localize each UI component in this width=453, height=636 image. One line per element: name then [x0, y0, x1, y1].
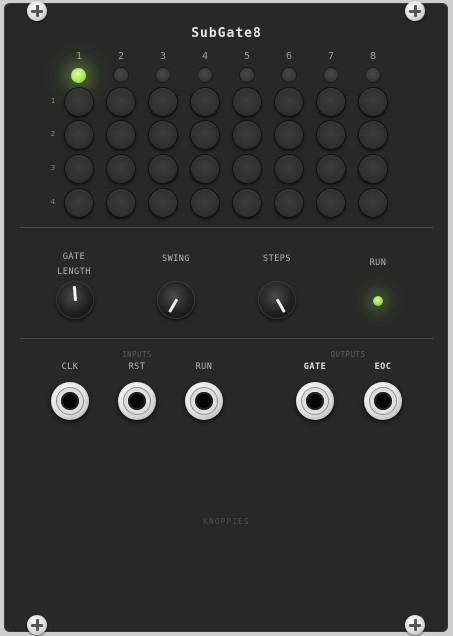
column-number: 1 [75, 51, 83, 62]
column-number: 3 [159, 51, 167, 62]
gate-pad-row3-step8[interactable] [359, 155, 387, 183]
swing-label: SWING [161, 254, 191, 264]
step-led-4 [198, 68, 212, 82]
step-led-7 [324, 68, 338, 82]
gate-pad-row3-step4[interactable] [191, 155, 219, 183]
step-led-2 [114, 68, 128, 82]
gate-pad-row2-step5[interactable] [233, 121, 261, 149]
gate-pad-row1-step4[interactable] [191, 88, 219, 116]
outputs-heading: OUTPUTS [330, 350, 366, 359]
step-led-6 [282, 68, 296, 82]
gate-pad-row2-step6[interactable] [275, 121, 303, 149]
gate-pad-row1-step8[interactable] [359, 88, 387, 116]
swing-knob[interactable] [158, 282, 194, 318]
gate-pad-row3-step6[interactable] [275, 155, 303, 183]
gate-pad-row1-step5[interactable] [233, 88, 261, 116]
gate-length-knob[interactable] [57, 282, 93, 318]
eoc-output-jack[interactable] [364, 382, 402, 420]
knob-pointer [167, 298, 178, 313]
column-number: 7 [327, 51, 335, 62]
clk-input-jack[interactable] [51, 382, 89, 420]
gate-pad-row2-step4[interactable] [191, 121, 219, 149]
column-number: 8 [369, 51, 377, 62]
gate-length-label-line2: LENGTH [57, 267, 91, 277]
rst-input-jack[interactable] [118, 382, 156, 420]
eoc-output-label: EOC [374, 362, 392, 372]
rst-label: RST [128, 362, 146, 372]
gate-pad-row3-step1[interactable] [65, 155, 93, 183]
run-label: RUN [369, 258, 387, 268]
gate-pad-row4-step1[interactable] [65, 189, 93, 217]
column-number: 5 [243, 51, 251, 62]
gate-output-jack[interactable] [296, 382, 334, 420]
knob-pointer [72, 285, 77, 302]
row-number: 4 [50, 198, 56, 206]
step-led-1-active [71, 68, 86, 83]
column-number: 2 [117, 51, 125, 62]
gate-pad-row4-step5[interactable] [233, 189, 261, 217]
divider [20, 227, 433, 228]
run-input-label: RUN [195, 362, 213, 372]
steps-knob[interactable] [259, 282, 295, 318]
divider [20, 338, 433, 339]
gate-pad-row1-step6[interactable] [275, 88, 303, 116]
gate-length-label: GATE LENGTH [44, 250, 104, 280]
step-led-5 [240, 68, 254, 82]
screw-bottom-left-icon [27, 615, 47, 635]
gate-pad-row2-step7[interactable] [317, 121, 345, 149]
gate-pad-row1-step7[interactable] [317, 88, 345, 116]
row-number: 3 [50, 164, 56, 172]
run-led [373, 296, 383, 306]
step-led-8 [366, 68, 380, 82]
row-number: 2 [50, 130, 56, 138]
knob-pointer [275, 298, 286, 313]
gate-pad-row4-step4[interactable] [191, 189, 219, 217]
gate-pad-row3-step5[interactable] [233, 155, 261, 183]
gate-pad-row3-step3[interactable] [149, 155, 177, 183]
gate-pad-row1-step2[interactable] [107, 88, 135, 116]
gate-pad-row4-step8[interactable] [359, 189, 387, 217]
steps-label: STEPS [262, 254, 292, 264]
row-number: 1 [50, 97, 56, 105]
gate-pad-row3-step7[interactable] [317, 155, 345, 183]
run-input-jack[interactable] [185, 382, 223, 420]
clk-label: CLK [61, 362, 79, 372]
gate-output-label: GATE [303, 362, 327, 372]
screw-top-right-icon [405, 1, 425, 21]
gate-pad-row2-step3[interactable] [149, 121, 177, 149]
gate-pad-row2-step2[interactable] [107, 121, 135, 149]
module-title: SubGate8 [191, 26, 262, 41]
gate-pad-row4-step3[interactable] [149, 189, 177, 217]
gate-pad-row1-step3[interactable] [149, 88, 177, 116]
gate-pad-row3-step2[interactable] [107, 155, 135, 183]
screw-bottom-right-icon [405, 615, 425, 635]
brand-label: KNOPPIES [203, 517, 250, 526]
gate-pad-row1-step1[interactable] [65, 88, 93, 116]
gate-pad-row2-step1[interactable] [65, 121, 93, 149]
gate-length-label-line1: GATE [62, 252, 86, 262]
step-led-3 [156, 68, 170, 82]
screw-top-left-icon [27, 1, 47, 21]
gate-pad-row4-step2[interactable] [107, 189, 135, 217]
column-number: 4 [201, 51, 209, 62]
inputs-heading: INPUTS [121, 350, 153, 359]
gate-pad-row4-step6[interactable] [275, 189, 303, 217]
gate-pad-row4-step7[interactable] [317, 189, 345, 217]
column-number: 6 [285, 51, 293, 62]
gate-pad-row2-step8[interactable] [359, 121, 387, 149]
